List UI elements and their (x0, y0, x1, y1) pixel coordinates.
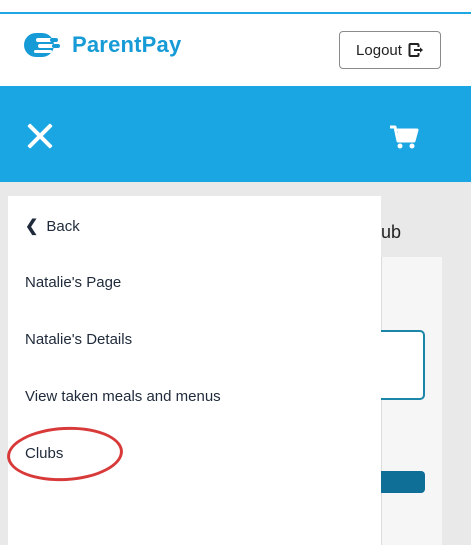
menu-item-view-meals-menus[interactable]: View taken meals and menus (25, 388, 221, 405)
background-button (381, 471, 425, 493)
shopping-cart-icon[interactable] (389, 124, 419, 150)
brand-name: ParentPay (72, 32, 182, 57)
menu-item-natalies-page[interactable]: Natalie's Page (25, 274, 121, 291)
back-label: Back (46, 217, 80, 235)
logout-label: Logout (356, 41, 402, 59)
chevron-left-icon: ❮ (25, 218, 39, 235)
side-menu-drawer: ❮ Back Natalie's Page Natalie's Details … (8, 196, 381, 545)
menu-item-natalies-details[interactable]: Natalie's Details (25, 331, 132, 348)
parentpay-logo-icon (24, 33, 60, 57)
logout-icon (408, 43, 423, 57)
app-header: ParentPay Logout (0, 14, 471, 86)
page-heading-partial: ub (381, 222, 402, 242)
content-card (381, 257, 442, 545)
back-link[interactable]: ❮ Back (25, 216, 80, 236)
brand-logo[interactable]: ParentPay (22, 30, 181, 60)
close-menu-icon[interactable] (26, 122, 54, 150)
logout-button[interactable]: Logout (339, 31, 441, 69)
background-input-field (381, 330, 425, 400)
top-accent-strip (0, 0, 471, 14)
